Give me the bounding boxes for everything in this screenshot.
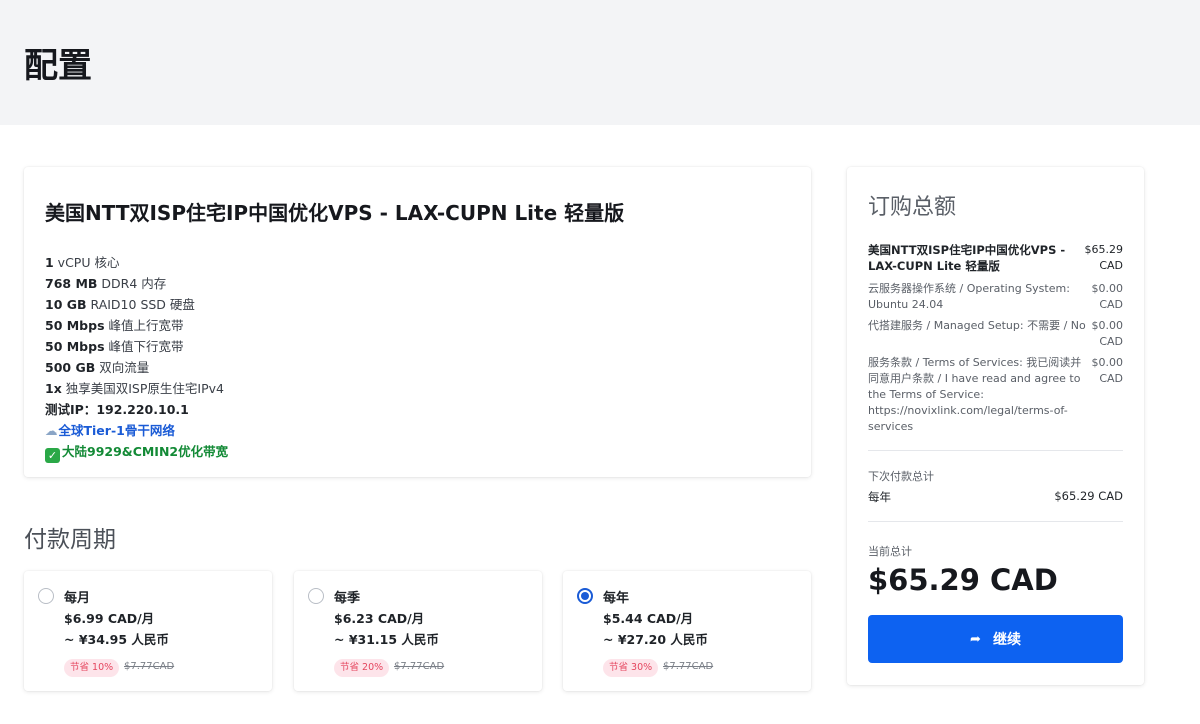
discount-badge: 节省 10% <box>64 659 120 677</box>
spec-memory: 768 MB DDR4 内存 <box>45 276 167 291</box>
summary-item-setup: 代搭建服务 / Managed Setup: 不需要 / No $0.00 CA… <box>868 318 1123 352</box>
summary-item-os: 云服务器操作系统 / Operating System: Ubuntu 24.0… <box>868 281 1123 315</box>
cloud-icon: ☁ <box>45 423 58 438</box>
summary-divider <box>868 450 1123 451</box>
spec-download: 50 Mbps 峰值下行宽带 <box>45 339 184 354</box>
original-price: $7.77CAD <box>663 661 714 672</box>
summary-item-amount: $65.29 CAD <box>1084 243 1124 272</box>
continue-button[interactable]: ➦ 继续 <box>868 615 1123 663</box>
product-title: 美国NTT双ISP住宅IP中国优化VPS - LAX-CUPN Lite 轻量版 <box>45 201 625 225</box>
spec-upload: 50 Mbps 峰值上行宽带 <box>45 318 184 333</box>
radio-quarterly[interactable] <box>308 588 324 604</box>
summary-item-amount: $0.00 CAD <box>1091 319 1124 348</box>
page-title: 配置 <box>24 46 92 86</box>
summary-title: 订购总额 <box>868 195 957 220</box>
cycle-name: 每月 <box>64 591 91 606</box>
checkmark-icon: ✓ <box>45 448 60 463</box>
summary-item-amount: $0.00 CAD <box>1091 282 1124 311</box>
summary-item-desc: 服务条款 / Terms of Services: 我已阅读并同意用户条款 / … <box>868 356 1082 433</box>
arrow-right-icon: ➦ <box>970 631 981 647</box>
summary-item-desc: 云服务器操作系统 / Operating System: Ubuntu 24.0… <box>868 282 1070 311</box>
cycle-price: $5.44 CAD/月 <box>603 611 694 626</box>
spec-cn-optimized: ✓ 大陆9929&CMIN2优化带宽 <box>45 441 790 463</box>
cycle-name: 每季 <box>334 591 361 606</box>
billing-option-yearly[interactable]: 每年 $5.44 CAD/月 ~ ¥27.20 人民币 节省 30% $7.77… <box>563 571 811 691</box>
cycle-price: $6.99 CAD/月 <box>64 611 155 626</box>
spec-cpu: 1 vCPU 核心 <box>45 255 120 270</box>
billing-option-monthly[interactable]: 每月 $6.99 CAD/月 ~ ¥34.95 人民币 节省 10% $7.77… <box>24 571 272 691</box>
next-payment-label: 下次付款总计 <box>868 470 934 483</box>
page-header: 配置 <box>0 0 1200 125</box>
current-total-label: 当前总计 <box>868 545 912 558</box>
cycle-price: $6.23 CAD/月 <box>334 611 425 626</box>
billing-cycle-title: 付款周期 <box>24 527 116 553</box>
cycle-rmb-price: ~ ¥31.15 人民币 <box>334 632 439 647</box>
summary-item-product: 美国NTT双ISP住宅IP中国优化VPS - LAX-CUPN Lite 轻量版… <box>868 242 1123 278</box>
spec-traffic: 500 GB 双向流量 <box>45 360 150 375</box>
discount-badge: 节省 20% <box>334 659 390 677</box>
spec-disk: 10 GB RAID10 SSD 硬盘 <box>45 297 195 312</box>
cycle-name: 每年 <box>603 591 630 606</box>
order-summary: 订购总额 美国NTT双ISP住宅IP中国优化VPS - LAX-CUPN Lit… <box>847 167 1144 685</box>
summary-item-desc: 美国NTT双ISP住宅IP中国优化VPS - LAX-CUPN Lite 轻量版 <box>868 243 1066 273</box>
radio-monthly[interactable] <box>38 588 54 604</box>
summary-item-tos: 服务条款 / Terms of Services: 我已阅读并同意用户条款 / … <box>868 355 1123 437</box>
cycle-rmb-price: ~ ¥27.20 人民币 <box>603 632 708 647</box>
spec-ipv4: 1x 独享美国双ISP原生住宅IPv4 <box>45 381 224 396</box>
radio-yearly[interactable] <box>577 588 593 604</box>
summary-item-amount: $0.00 CAD <box>1091 356 1124 385</box>
cycle-rmb-price: ~ ¥34.95 人民币 <box>64 632 169 647</box>
current-total-amount: $65.29 CAD <box>868 563 1058 597</box>
billing-option-quarterly[interactable]: 每季 $6.23 CAD/月 ~ ¥31.15 人民币 节省 20% $7.77… <box>294 571 542 691</box>
spec-test-ip: 测试IP：192.220.10.1 <box>45 402 189 417</box>
original-price: $7.77CAD <box>124 661 175 672</box>
original-price: $7.77CAD <box>394 661 445 672</box>
continue-label: 继续 <box>992 632 1021 648</box>
product-card: 美国NTT双ISP住宅IP中国优化VPS - LAX-CUPN Lite 轻量版… <box>24 167 811 477</box>
next-payment-amount: $65.29 CAD <box>1054 489 1123 503</box>
summary-divider <box>868 521 1123 522</box>
summary-item-desc: 代搭建服务 / Managed Setup: 不需要 / No <box>868 319 1086 332</box>
discount-badge: 节省 30% <box>603 659 659 677</box>
spec-tier1: ☁全球Tier-1骨干网络 <box>45 423 175 438</box>
next-payment-period: 每年 <box>868 490 891 504</box>
